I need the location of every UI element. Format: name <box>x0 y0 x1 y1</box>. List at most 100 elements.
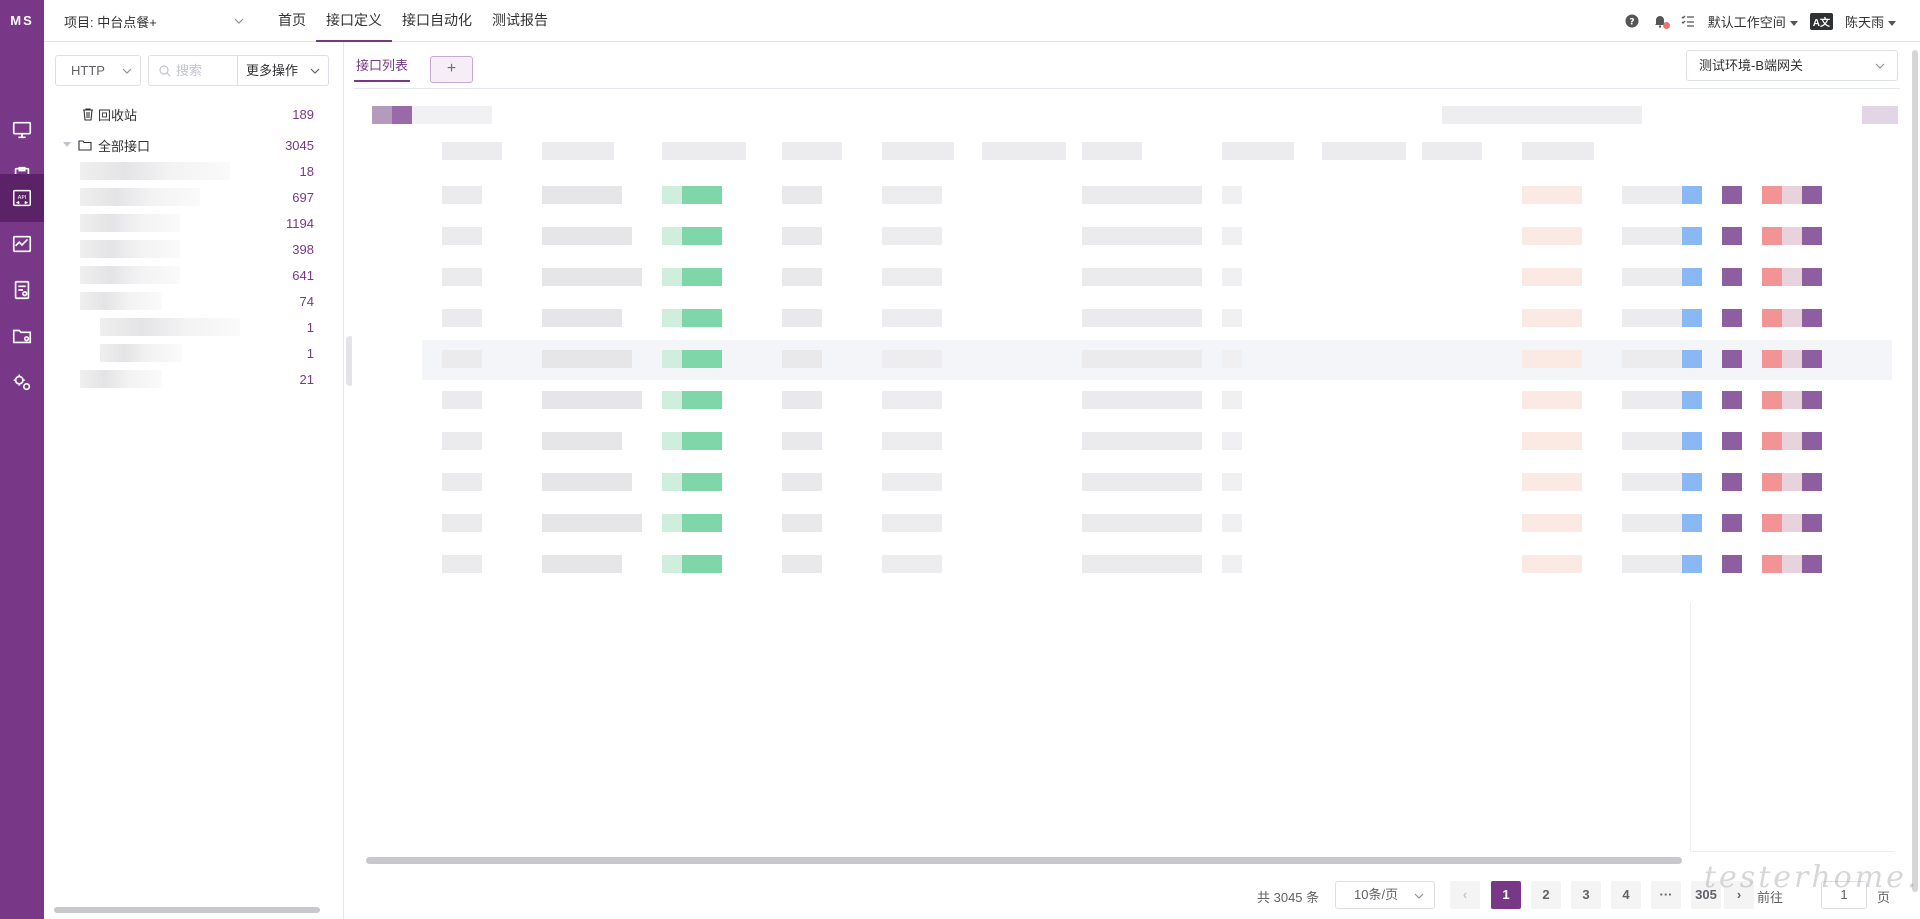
next-page-button[interactable]: › <box>1724 881 1754 909</box>
module-label-redacted <box>80 292 162 310</box>
rail-project-icon[interactable] <box>0 312 44 360</box>
cell-redacted <box>442 432 482 450</box>
cell-redacted <box>882 432 942 450</box>
api-table-redacted <box>362 94 1902 654</box>
action-icon-redacted <box>1782 186 1802 204</box>
tree-node-module[interactable]: 641 <box>44 262 344 288</box>
cell-redacted <box>442 473 482 491</box>
api-list-panel: 接口列表 + 测试环境-B端网关 共 3045 条 10条/页 ‹ 1 2 3 … <box>352 42 1920 919</box>
page-button[interactable]: 4 <box>1611 881 1641 909</box>
app-rail: MS API <box>0 0 44 919</box>
cell-redacted <box>882 514 942 532</box>
environment-value: 测试环境-B端网关 <box>1699 58 1804 73</box>
action-icon-redacted <box>1722 350 1742 368</box>
rail-settings-icon[interactable] <box>0 358 44 406</box>
cell-redacted <box>442 227 482 245</box>
cell-redacted <box>1622 555 1682 573</box>
page-button[interactable]: 305 <box>1691 881 1721 909</box>
tree-node-module[interactable]: 18 <box>44 158 344 184</box>
project-select[interactable]: 项目: 中台点餐+ <box>64 0 244 42</box>
more-operations-dropdown[interactable]: 更多操作 <box>237 55 329 86</box>
method-badge-redacted <box>682 473 722 491</box>
prev-page-button[interactable]: ‹ <box>1450 881 1480 909</box>
tree-node-count: 3045 <box>285 137 314 153</box>
page-vertical-scrollbar[interactable] <box>1912 50 1918 892</box>
cell-redacted <box>442 514 482 532</box>
app-logo[interactable]: MS <box>6 10 38 32</box>
cell-redacted <box>782 514 822 532</box>
workspace-select[interactable]: 默认工作空间 <box>1708 12 1798 31</box>
action-icon-redacted <box>1782 350 1802 368</box>
page-size-select[interactable]: 10条/页 <box>1335 881 1435 909</box>
cell-redacted <box>1622 432 1682 450</box>
cell-redacted <box>1622 227 1682 245</box>
top-right-tools: ? 默认工作空间 A文 陈天雨 <box>1624 0 1896 42</box>
nav-api-automation[interactable]: 接口自动化 <box>392 0 482 42</box>
method-badge-redacted <box>682 350 722 368</box>
user-menu[interactable]: 陈天雨 <box>1845 12 1896 31</box>
tree-node-all-apis[interactable]: 全部接口 3045 <box>44 132 344 158</box>
page-ellipsis[interactable]: ··· <box>1651 881 1681 909</box>
bell-icon[interactable] <box>1652 13 1670 29</box>
tree-node-count: 1194 <box>286 215 314 231</box>
tree-node-module[interactable]: 21 <box>44 366 344 392</box>
column-header-redacted <box>1082 142 1142 160</box>
tree-node-module[interactable]: 398 <box>44 236 344 262</box>
protocol-select[interactable]: HTTP <box>55 55 141 86</box>
tree-node-module[interactable]: 697 <box>44 184 344 210</box>
page-button[interactable]: 2 <box>1531 881 1561 909</box>
module-label-redacted <box>80 214 180 232</box>
action-icon-redacted <box>1682 309 1702 327</box>
action-icon-redacted <box>1722 268 1742 286</box>
folder-icon <box>78 140 92 151</box>
tree-horizontal-scrollbar[interactable] <box>54 907 320 913</box>
action-icon-redacted <box>1762 432 1782 450</box>
caret-down-icon[interactable] <box>63 142 71 147</box>
tree-node-recycle-bin[interactable]: 回收站 189 <box>44 101 344 127</box>
action-icon-redacted <box>1782 514 1802 532</box>
action-icon-redacted <box>1802 514 1822 532</box>
page-button[interactable]: 3 <box>1571 881 1601 909</box>
page-button[interactable]: 1 <box>1491 881 1521 909</box>
method-badge-redacted <box>662 473 682 491</box>
rail-report-icon[interactable] <box>0 266 44 314</box>
goto-page-input[interactable]: 1 <box>1821 881 1867 909</box>
cell-redacted <box>542 432 622 450</box>
cell-redacted <box>1222 268 1242 286</box>
protocol-value: HTTP <box>71 63 105 78</box>
tree-node-module[interactable]: 1194 <box>44 210 344 236</box>
tab-api-list[interactable]: 接口列表 <box>354 52 411 82</box>
tree-node-module[interactable]: 1 <box>44 314 344 340</box>
rail-performance-icon[interactable] <box>0 220 44 268</box>
nav-api-definition[interactable]: 接口定义 <box>316 0 392 42</box>
cell-redacted <box>542 309 622 327</box>
chevron-down-icon <box>122 68 132 74</box>
tree-node-module[interactable]: 1 <box>44 340 344 366</box>
environment-select[interactable]: 测试环境-B端网关 <box>1686 50 1898 81</box>
language-switch-icon[interactable]: A文 <box>1809 12 1833 30</box>
cell-redacted <box>782 432 822 450</box>
cell-redacted <box>1622 186 1682 204</box>
help-icon[interactable]: ? <box>1624 13 1640 29</box>
top-bar: 项目: 中台点餐+ 首页 接口定义 接口自动化 测试报告 ? 默认工作空间 A文… <box>44 0 1920 42</box>
action-icon-redacted <box>1682 432 1702 450</box>
rail-api-icon[interactable]: API <box>0 174 44 222</box>
tree-node-module[interactable]: 74 <box>44 288 344 314</box>
action-icon-redacted <box>1782 432 1802 450</box>
nav-test-report[interactable]: 测试报告 <box>482 0 558 42</box>
status-redacted <box>1522 432 1582 450</box>
method-badge-redacted <box>662 227 682 245</box>
action-icon-redacted <box>1782 268 1802 286</box>
rail-workstation-icon[interactable] <box>0 106 44 154</box>
action-icon-redacted <box>1722 391 1742 409</box>
task-list-icon[interactable] <box>1680 13 1696 29</box>
status-redacted <box>1522 391 1582 409</box>
search-icon <box>159 64 171 76</box>
cell-redacted <box>1222 514 1242 532</box>
action-icon-redacted <box>1682 473 1702 491</box>
table-horizontal-scrollbar[interactable] <box>366 857 1682 864</box>
action-icon-redacted <box>1722 309 1742 327</box>
nav-home[interactable]: 首页 <box>268 0 316 42</box>
search-input[interactable] <box>176 63 232 78</box>
add-tab-button[interactable]: + <box>430 56 473 83</box>
